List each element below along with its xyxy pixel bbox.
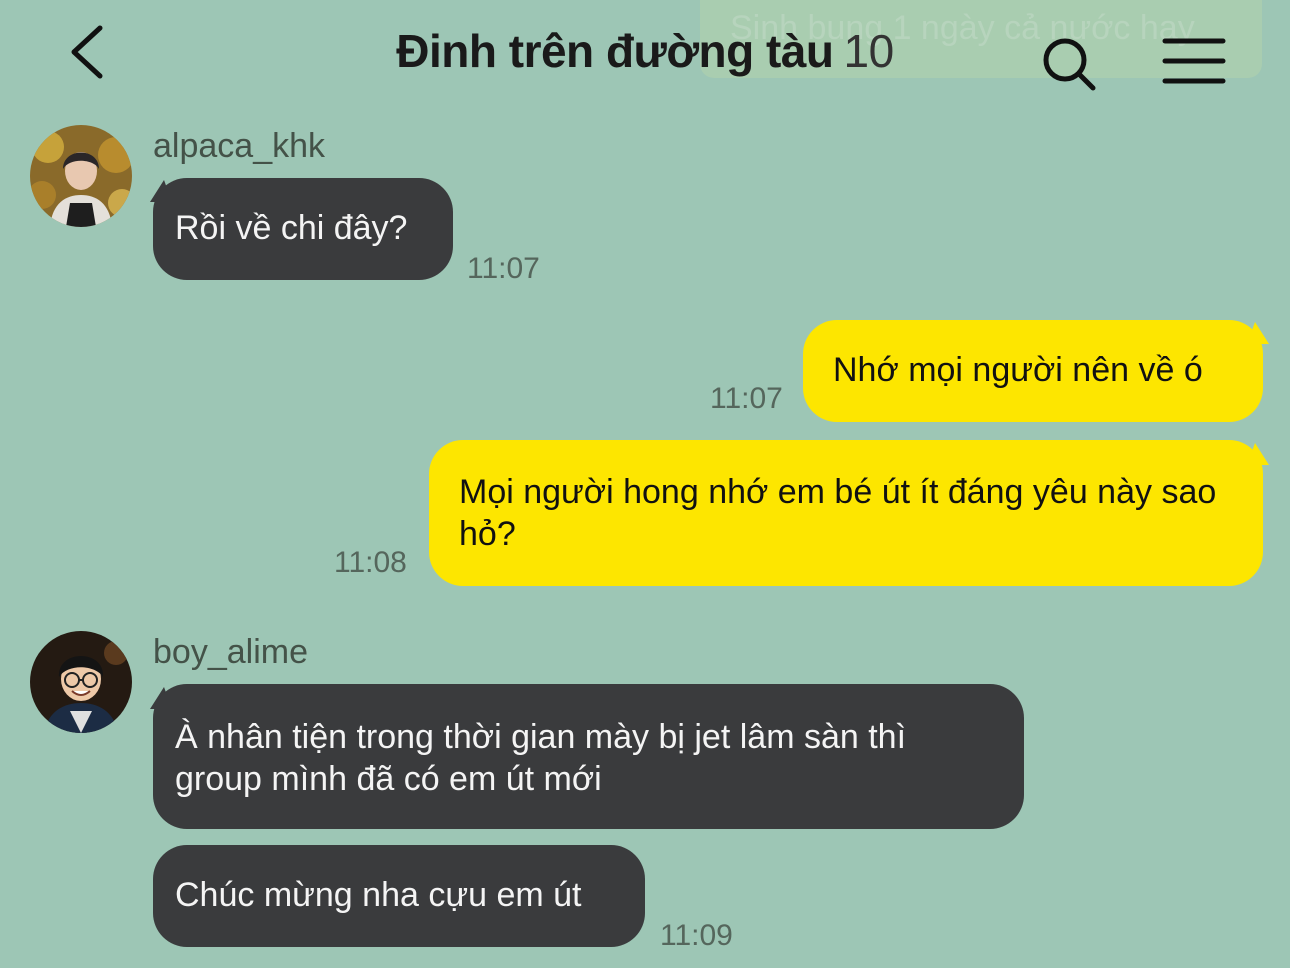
chat-name: Đinh trên đường tàu [396, 25, 834, 77]
message-text: À nhân tiện trong thời gian mày bị jet l… [175, 718, 907, 798]
search-icon [1043, 38, 1096, 91]
message-bubble[interactable]: Chúc mừng nha cựu em út [153, 845, 645, 947]
message-bubble[interactable]: Nhớ mọi người nên về ó [803, 320, 1263, 422]
message-time: 11:07 [710, 382, 783, 415]
avatar-boy-alime[interactable] [30, 631, 132, 733]
sender-name: boy_alime [153, 633, 308, 671]
message-bubble[interactable]: À nhân tiện trong thời gian mày bị jet l… [153, 684, 1024, 829]
search-button[interactable] [1038, 34, 1102, 94]
message-time: 11:09 [660, 919, 733, 952]
message-bubble[interactable]: Rồi về chi đây? [153, 178, 453, 280]
menu-icon [1162, 38, 1226, 84]
member-count: 10 [843, 25, 895, 77]
avatar-alpaca-khk[interactable] [30, 125, 132, 227]
sender-name: alpaca_khk [153, 127, 326, 165]
menu-button[interactable] [1160, 36, 1228, 86]
message-text: Rồi về chi đây? [175, 209, 408, 247]
message-text: Mọi người hong nhớ em bé út ít đáng yêu … [459, 473, 1217, 553]
message-text: Chúc mừng nha cựu em út [175, 876, 582, 914]
message-time: 11:08 [334, 546, 407, 579]
avatar-image [30, 631, 132, 733]
message-text: Nhớ mọi người nên về ó [833, 351, 1203, 389]
message-bubble[interactable]: Mọi người hong nhớ em bé út ít đáng yêu … [429, 440, 1263, 586]
avatar-image [30, 125, 132, 227]
message-time: 11:07 [467, 252, 540, 285]
